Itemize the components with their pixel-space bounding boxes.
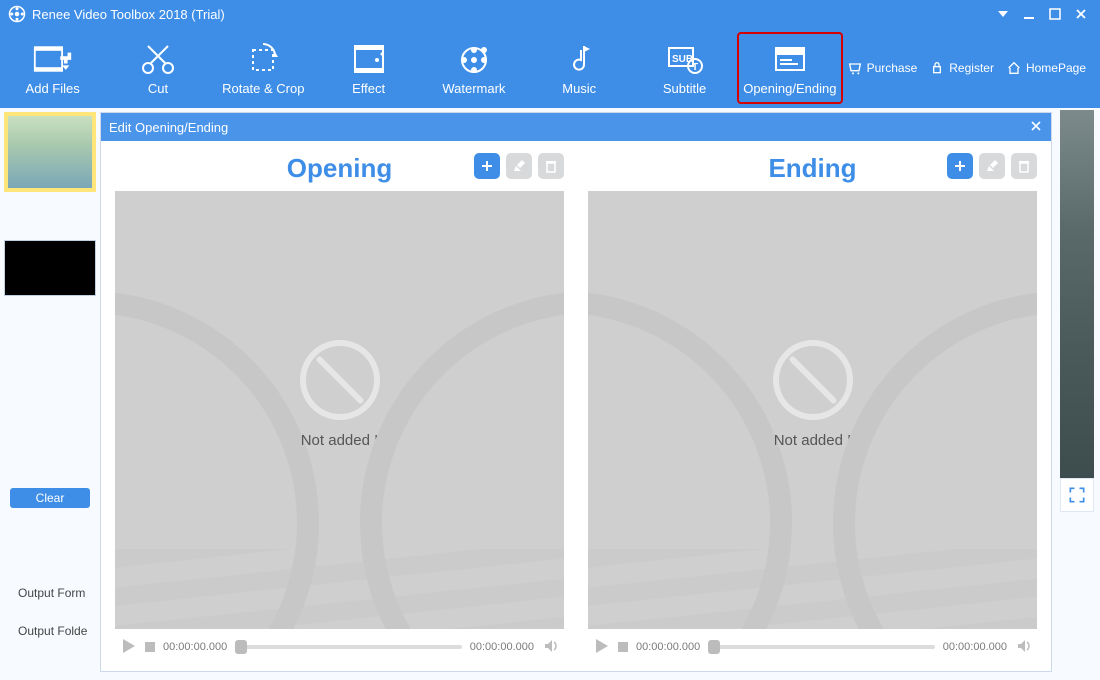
opening-play-button[interactable] (119, 637, 137, 658)
app-logo-icon (8, 5, 26, 23)
opening-time-end: 00:00:00.000 (470, 641, 534, 653)
svg-text:T: T (692, 62, 698, 73)
tool-label: Subtitle (663, 81, 706, 96)
ending-add-button[interactable] (947, 153, 973, 179)
opening-stop-button[interactable] (145, 642, 155, 652)
dialog-title: Edit Opening/Ending (109, 120, 228, 135)
toolbar-right-links: Purchase Register HomePage (843, 32, 1100, 104)
register-link[interactable]: Register (925, 58, 998, 78)
opening-pane: Opening (115, 151, 564, 665)
sidebar: Clear Output Form Output Folde (0, 108, 100, 680)
ending-timeline: 00:00:00.000 00:00:00.000 (588, 629, 1037, 665)
edit-opening-ending-dialog: Edit Opening/Ending Opening (100, 112, 1052, 672)
tool-label: Add Files (26, 81, 80, 96)
ending-play-button[interactable] (592, 637, 610, 658)
music-icon (559, 41, 599, 77)
opening-time-start: 00:00:00.000 (163, 641, 227, 653)
opening-title: Opening (287, 153, 392, 184)
tool-label: Watermark (442, 81, 505, 96)
add-files-icon (33, 41, 73, 77)
preview-strip (1060, 110, 1094, 510)
tool-subtitle[interactable]: SUBT Subtitle (632, 32, 737, 104)
title-bar: Renee Video Toolbox 2018 (Trial) (0, 0, 1100, 28)
ending-time-end: 00:00:00.000 (943, 641, 1007, 653)
dialog-titlebar: Edit Opening/Ending (101, 113, 1051, 141)
watermark-icon (454, 41, 494, 77)
ending-delete-button[interactable] (1011, 153, 1037, 179)
ending-empty-text: Not added ! (588, 432, 1037, 449)
ending-volume-button[interactable] (1015, 637, 1033, 658)
opening-ending-icon (770, 41, 810, 77)
tool-label: Opening/Ending (743, 81, 836, 96)
ending-edit-button[interactable] (979, 153, 1005, 179)
dialog-close-button[interactable] (1029, 119, 1043, 136)
tool-watermark[interactable]: Watermark (421, 32, 526, 104)
svg-text:SUB: SUB (672, 54, 693, 65)
opening-timeline: 00:00:00.000 00:00:00.000 (115, 629, 564, 665)
main-toolbar: Add Files Cut Rotate & Crop Effect Water… (0, 28, 1100, 108)
menu-dropdown-icon[interactable] (990, 4, 1016, 24)
purchase-label: Purchase (867, 61, 918, 75)
opening-volume-button[interactable] (542, 637, 560, 658)
no-content-icon (300, 340, 380, 420)
ending-seek-bar[interactable] (708, 645, 935, 649)
purchase-link[interactable]: Purchase (843, 58, 922, 78)
tool-rotate-crop[interactable]: Rotate & Crop (211, 32, 316, 104)
tool-label: Cut (148, 81, 168, 96)
opening-delete-button[interactable] (538, 153, 564, 179)
tool-opening-ending[interactable]: Opening/Ending (737, 32, 842, 104)
opening-edit-button[interactable] (506, 153, 532, 179)
clip-thumbnail-1[interactable] (4, 112, 96, 192)
close-button[interactable] (1068, 4, 1094, 24)
tool-label: Rotate & Crop (222, 81, 304, 96)
tool-add-files[interactable]: Add Files (0, 32, 105, 104)
tool-label: Music (562, 81, 596, 96)
ending-preview: Not added ! (588, 191, 1037, 629)
output-format-label: Output Form (18, 586, 85, 600)
homepage-label: HomePage (1026, 61, 1086, 75)
ending-stop-button[interactable] (618, 642, 628, 652)
opening-seek-bar[interactable] (235, 645, 462, 649)
subtitle-icon: SUBT (665, 41, 705, 77)
rotate-crop-icon (243, 41, 283, 77)
opening-preview: Not added ! (115, 191, 564, 629)
effect-icon (349, 41, 389, 77)
tool-cut[interactable]: Cut (105, 32, 210, 104)
opening-empty-text: Not added ! (115, 432, 564, 449)
workspace: Clear Output Form Output Folde Edit Open… (0, 108, 1100, 680)
opening-add-button[interactable] (474, 153, 500, 179)
ending-title: Ending (768, 153, 856, 184)
no-content-icon (773, 340, 853, 420)
register-label: Register (949, 61, 994, 75)
tool-effect[interactable]: Effect (316, 32, 421, 104)
minimize-button[interactable] (1016, 4, 1042, 24)
homepage-link[interactable]: HomePage (1002, 58, 1090, 78)
app-title: Renee Video Toolbox 2018 (Trial) (32, 7, 225, 22)
cut-icon (138, 41, 178, 77)
tool-music[interactable]: Music (527, 32, 632, 104)
output-folder-label: Output Folde (18, 624, 87, 638)
clear-button[interactable]: Clear (10, 488, 90, 508)
clip-thumbnail-2[interactable] (4, 240, 96, 296)
ending-time-start: 00:00:00.000 (636, 641, 700, 653)
tool-label: Effect (352, 81, 385, 96)
maximize-button[interactable] (1042, 4, 1068, 24)
fullscreen-button[interactable] (1060, 478, 1094, 512)
ending-pane: Ending (588, 151, 1037, 665)
